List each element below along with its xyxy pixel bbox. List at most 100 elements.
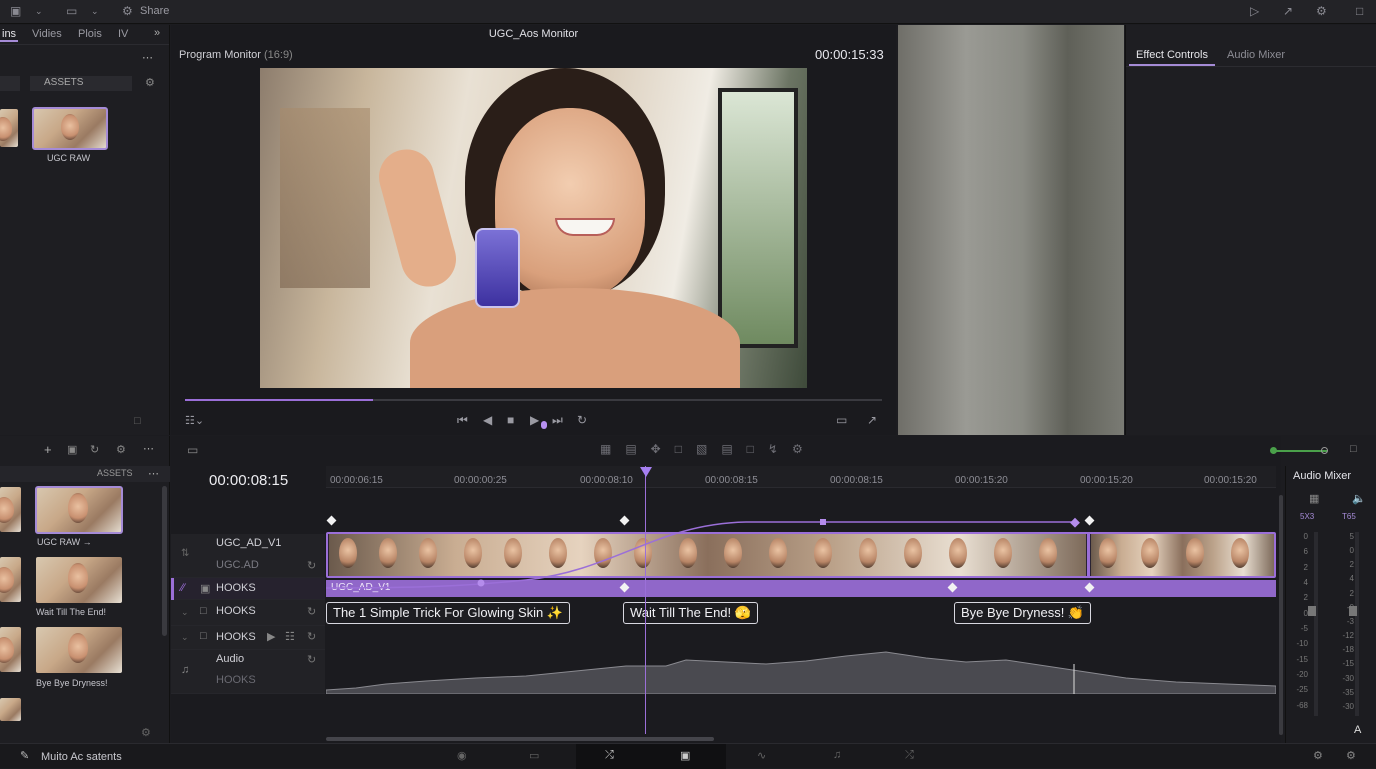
panel-toggle-icon[interactable]: □	[1356, 4, 1363, 18]
sync-icon[interactable]: ↻	[307, 559, 316, 572]
share-icon[interactable]: ⚙	[122, 4, 133, 18]
chevron-down-icon[interactable]: ⌄	[181, 632, 189, 643]
folder-icon[interactable]: □	[134, 415, 141, 427]
sync-icon[interactable]: ↻	[307, 630, 316, 643]
media-thumbnail[interactable]	[0, 487, 21, 532]
media-page-icon[interactable]: ◉	[457, 749, 467, 762]
tab-audio-mixer[interactable]: Audio Mixer	[1227, 49, 1285, 61]
fairlight-page-icon[interactable]: ♫	[833, 749, 841, 761]
chevron-down-icon[interactable]: ⌄	[181, 607, 189, 618]
edit-icon[interactable]: ∕∕	[181, 582, 185, 594]
db-tick-label: -12	[1342, 631, 1354, 641]
track-header-hooks-1[interactable]: ∕∕ ▣ HOOKS	[171, 578, 325, 600]
more-options-icon[interactable]: ⋯	[142, 51, 153, 64]
bins-icon[interactable]: ▣	[67, 443, 77, 456]
chevron-down-icon[interactable]: ⌄	[35, 6, 43, 17]
zoom-slider[interactable]	[1272, 450, 1327, 452]
stop-icon[interactable]: ■	[507, 413, 514, 427]
settings-icon[interactable]: ⚙	[1313, 749, 1323, 762]
assets-tab[interactable]: ASSETS	[97, 468, 133, 478]
safe-margins-icon[interactable]: ▭	[836, 413, 847, 427]
media-thumbnail-dryness[interactable]	[36, 627, 122, 673]
tab-iv[interactable]: IV	[118, 28, 128, 40]
bin-settings-icon[interactable]: ⚙	[145, 76, 155, 89]
chevron-down-icon[interactable]: ⌄	[91, 6, 99, 17]
add-icon[interactable]: +	[44, 442, 52, 457]
refresh-icon[interactable]: ↻	[90, 443, 99, 456]
tab-effect-controls[interactable]: Effect Controls	[1136, 49, 1208, 61]
monitor-icon[interactable]: ▭	[66, 4, 77, 18]
vertical-scrollbar[interactable]	[1279, 495, 1283, 735]
title-clip[interactable]: Wait Till The End! 🫣	[623, 602, 758, 624]
sync-icon[interactable]: ↻	[307, 653, 316, 666]
channel-1-fader[interactable]	[1308, 606, 1316, 616]
deliver-page-icon[interactable]: ⤮	[905, 749, 914, 762]
speaker-icon[interactable]: 🔈	[1352, 492, 1366, 505]
playhead-handle[interactable]	[640, 467, 652, 477]
grid-icon[interactable]: ▦	[1309, 492, 1319, 505]
media-thumbnail-ugc-raw[interactable]	[35, 486, 123, 534]
link-icon[interactable]: ↗	[1283, 4, 1293, 18]
play-preview-icon[interactable]: ▷	[1250, 4, 1259, 18]
workspace-icon[interactable]: ✎	[20, 749, 29, 762]
settings-icon[interactable]: ⚙	[1316, 4, 1327, 18]
more-options-icon[interactable]: ⋯	[143, 442, 154, 455]
timeline-timecode: 00:00:08:15	[209, 472, 289, 489]
toggle-track-icon[interactable]: □	[200, 605, 207, 617]
play-icon[interactable]: ▶	[530, 413, 539, 427]
toggle-track-icon[interactable]: □	[200, 630, 207, 642]
audio-icon[interactable]: ♫	[181, 664, 189, 676]
toggle-track-icon[interactable]: ▣	[200, 582, 210, 595]
step-forward-icon[interactable]: ⏭	[552, 413, 563, 428]
track-header-video[interactable]: ⇅ UGC_AD_V1 UGC.AD ↻	[171, 534, 325, 578]
cut-page-icon[interactable]: ▭	[529, 749, 539, 762]
db-tick-label: -15	[1296, 654, 1308, 664]
track-header-audio[interactable]: ♫ Audio HOOKS ↻	[171, 650, 325, 694]
loop-icon[interactable]: ↻	[577, 413, 587, 427]
media-thumbnail[interactable]	[0, 109, 18, 147]
media-thumbnail[interactable]	[0, 627, 21, 672]
playhead[interactable]	[645, 466, 646, 734]
app-menu-icon[interactable]: ▣	[10, 4, 21, 18]
assets-bin[interactable]: ASSETS	[30, 76, 132, 91]
timeline-toolbar[interactable]: ▦▤✥□▧▤□↯⚙	[600, 442, 817, 456]
tab-plots[interactable]: Plois	[78, 28, 102, 40]
scrollbar[interactable]	[162, 486, 167, 636]
media-thumbnail-ugc-raw[interactable]	[32, 107, 108, 150]
scrubber-handle[interactable]	[541, 421, 548, 429]
edit-page-icon[interactable]: ⤮	[605, 749, 614, 762]
timeline-options-icon[interactable]: □	[1350, 443, 1357, 455]
link-icon[interactable]: ⇅	[181, 548, 189, 559]
media-thumbnail-wait[interactable]	[36, 557, 122, 603]
step-back-icon[interactable]: ◀	[483, 413, 492, 427]
title-clip[interactable]: Bye Bye Dryness! 👏	[954, 602, 1092, 624]
more-options-icon[interactable]: ⋯	[148, 467, 159, 480]
keyframe-curve[interactable]	[326, 510, 1106, 590]
mixer-mode-letter[interactable]: A	[1354, 724, 1361, 736]
timeline-view-icon[interactable]: ▭	[187, 443, 198, 457]
project-settings-icon[interactable]: ⚙	[1346, 749, 1356, 762]
play-icon[interactable]: ▶	[267, 630, 275, 643]
color-page-icon[interactable]: ∿	[757, 749, 766, 762]
zoom-handle[interactable]	[1270, 447, 1277, 454]
track-header-hooks-2[interactable]: ⌄ □ HOOKS ↻	[171, 600, 325, 626]
lock-icon[interactable]: ☷	[285, 630, 295, 643]
share-button[interactable]: Share	[140, 5, 169, 17]
track-header-hooks-3[interactable]: ⌄ □ HOOKS ▶ ☷ ↻	[171, 626, 325, 650]
export-frame-icon[interactable]: ↗	[867, 413, 877, 427]
title-clip[interactable]: The 1 Simple Trick For Glowing Skin ✨	[326, 602, 571, 624]
audio-waveform[interactable]	[326, 648, 1276, 694]
settings-icon[interactable]: ⚙	[141, 726, 151, 739]
tab-bins[interactable]: ins	[0, 28, 19, 42]
media-thumbnail[interactable]	[0, 698, 21, 721]
tab-videos[interactable]: Vidies	[32, 28, 62, 40]
more-tabs-icon[interactable]: »	[154, 27, 160, 39]
timeline-scrollbar[interactable]	[326, 737, 714, 741]
sync-icon[interactable]: ↻	[307, 605, 316, 618]
media-thumbnail[interactable]	[0, 557, 21, 602]
fusion-page-icon[interactable]: ▣	[680, 749, 690, 762]
scrubber-track[interactable]	[185, 399, 882, 401]
playback-settings-icon[interactable]: ☷⌄	[185, 414, 204, 427]
go-to-start-icon[interactable]: ⏮	[457, 413, 468, 428]
import-icon[interactable]: ⚙	[116, 443, 126, 456]
